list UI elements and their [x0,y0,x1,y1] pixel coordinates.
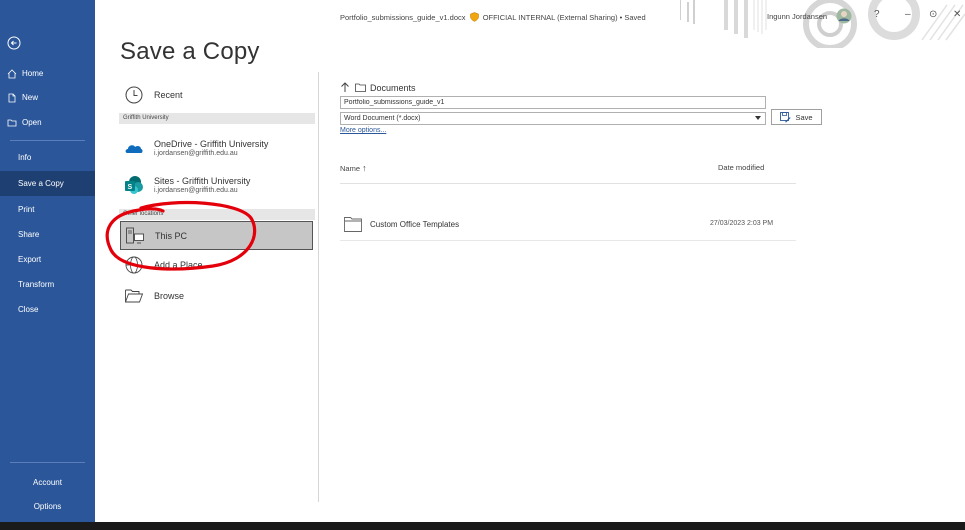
save-button[interactable]: Save [771,109,822,125]
nav-home[interactable]: Home [0,61,95,86]
column-header-name-label: Name [340,164,361,173]
section-header-griffith: Griffith University [119,113,315,124]
minimize-button[interactable]: – [905,9,911,20]
nav-info-label: Info [18,153,32,162]
filetype-dropdown[interactable]: Word Document (*.docx) [340,112,766,125]
nav-share-label: Share [18,230,40,239]
location-browse[interactable]: Browse [120,285,313,307]
nav-close-label: Close [18,305,39,314]
folder-icon [344,217,362,232]
nav-open-label: Open [22,118,42,127]
add-a-place-label: Add a Place [154,260,203,270]
folder-path-label: Documents [370,82,416,93]
nav-transform[interactable]: Transform [0,272,95,297]
sites-title: Sites - Griffith University [154,176,251,186]
folder-path: Documents [340,82,416,93]
sensitivity-label: OFFICIAL INTERNAL (External Sharing) • S… [482,13,646,22]
sensitivity-shield-icon [469,12,479,22]
file-name: Custom Office Templates [370,220,460,229]
backstage-sidebar: Home New Open Info Save a Copy Print Sha… [0,0,95,522]
home-icon [7,68,17,78]
nav-options[interactable]: Options [0,494,95,519]
nav-print-label: Print [18,205,35,214]
nav-separator-bottom [10,462,85,463]
nav-account[interactable]: Account [0,470,95,495]
location-this-pc[interactable]: This PC [120,221,313,250]
clock-icon [125,86,143,104]
location-add-a-place[interactable]: Add a Place [120,254,313,276]
nav-print[interactable]: Print [0,197,95,222]
nav-separator [10,140,85,141]
nav-transform-label: Transform [18,280,55,289]
up-arrow-icon[interactable] [340,82,350,93]
browse-label: Browse [154,291,185,301]
nav-save-a-copy[interactable]: Save a Copy [0,171,95,196]
more-options-link[interactable]: More options... [340,127,386,134]
onedrive-cloud-icon [125,145,143,153]
open-folder-icon [7,119,17,126]
window-title: Portfolio_submissions_guide_v1.docx OFFI… [340,12,646,22]
globe-icon [125,256,143,274]
save-disk-icon [780,111,791,122]
this-pc-label: This PC [155,230,188,241]
nav-share[interactable]: Share [0,222,95,247]
onedrive-account: i.jordansen@griffith.edu.au [154,150,238,157]
close-window-button[interactable]: ✕ [953,9,961,20]
header-decoration-graphic [680,0,965,48]
back-arrow-icon[interactable] [7,36,21,50]
location-onedrive[interactable]: OneDrive - Griffith University i.jordans… [120,135,313,161]
chevron-down-icon [755,116,761,120]
nav-save-a-copy-label: Save a Copy [18,179,64,188]
svg-text:S: S [128,184,133,191]
nav-account-label: Account [33,478,62,487]
sites-account: i.jordansen@griffith.edu.au [154,187,238,194]
nav-new[interactable]: New [0,85,95,110]
document-name: Portfolio_submissions_guide_v1.docx [340,13,466,22]
new-document-icon [8,93,16,102]
folder-icon [355,83,366,92]
file-date: 27/03/2023 2:03 PM [710,220,774,227]
help-button[interactable]: ? [874,9,880,20]
filename-input[interactable] [340,96,766,109]
header-separator [340,183,796,184]
file-list-row[interactable]: Custom Office Templates 27/03/2023 2:03 … [340,212,796,241]
sort-ascending-icon: ↑ [362,163,367,173]
nav-open[interactable]: Open [0,110,95,135]
nav-options-label: Options [33,502,62,511]
user-avatar[interactable] [836,8,852,24]
nav-export[interactable]: Export [0,247,95,272]
location-recent[interactable]: Recent [120,83,313,107]
taskbar-strip [0,522,965,530]
nav-new-label: New [22,93,39,102]
restore-button[interactable]: ⊙ [929,9,937,20]
computer-icon [126,227,144,243]
onedrive-title: OneDrive - Griffith University [154,139,269,149]
nav-home-label: Home [22,69,44,78]
column-header-date[interactable]: Date modified [718,163,764,172]
column-header-name[interactable]: Name ↑ [340,163,367,173]
location-recent-label: Recent [154,90,183,100]
column-divider [318,72,319,502]
nav-export-label: Export [18,255,42,264]
sharepoint-icon: S [125,176,143,194]
section-header-other-locations: Other locations [119,209,315,220]
filetype-value: Word Document (*.docx) [344,115,421,122]
save-button-label: Save [795,112,813,122]
folder-open-icon [125,289,144,303]
user-name[interactable]: Ingunn Jordansen [767,12,827,21]
nav-info[interactable]: Info [0,145,95,170]
nav-close[interactable]: Close [0,297,95,322]
location-sites[interactable]: S Sites - Griffith University i.jordanse… [120,172,313,198]
page-title: Save a Copy [120,38,260,65]
